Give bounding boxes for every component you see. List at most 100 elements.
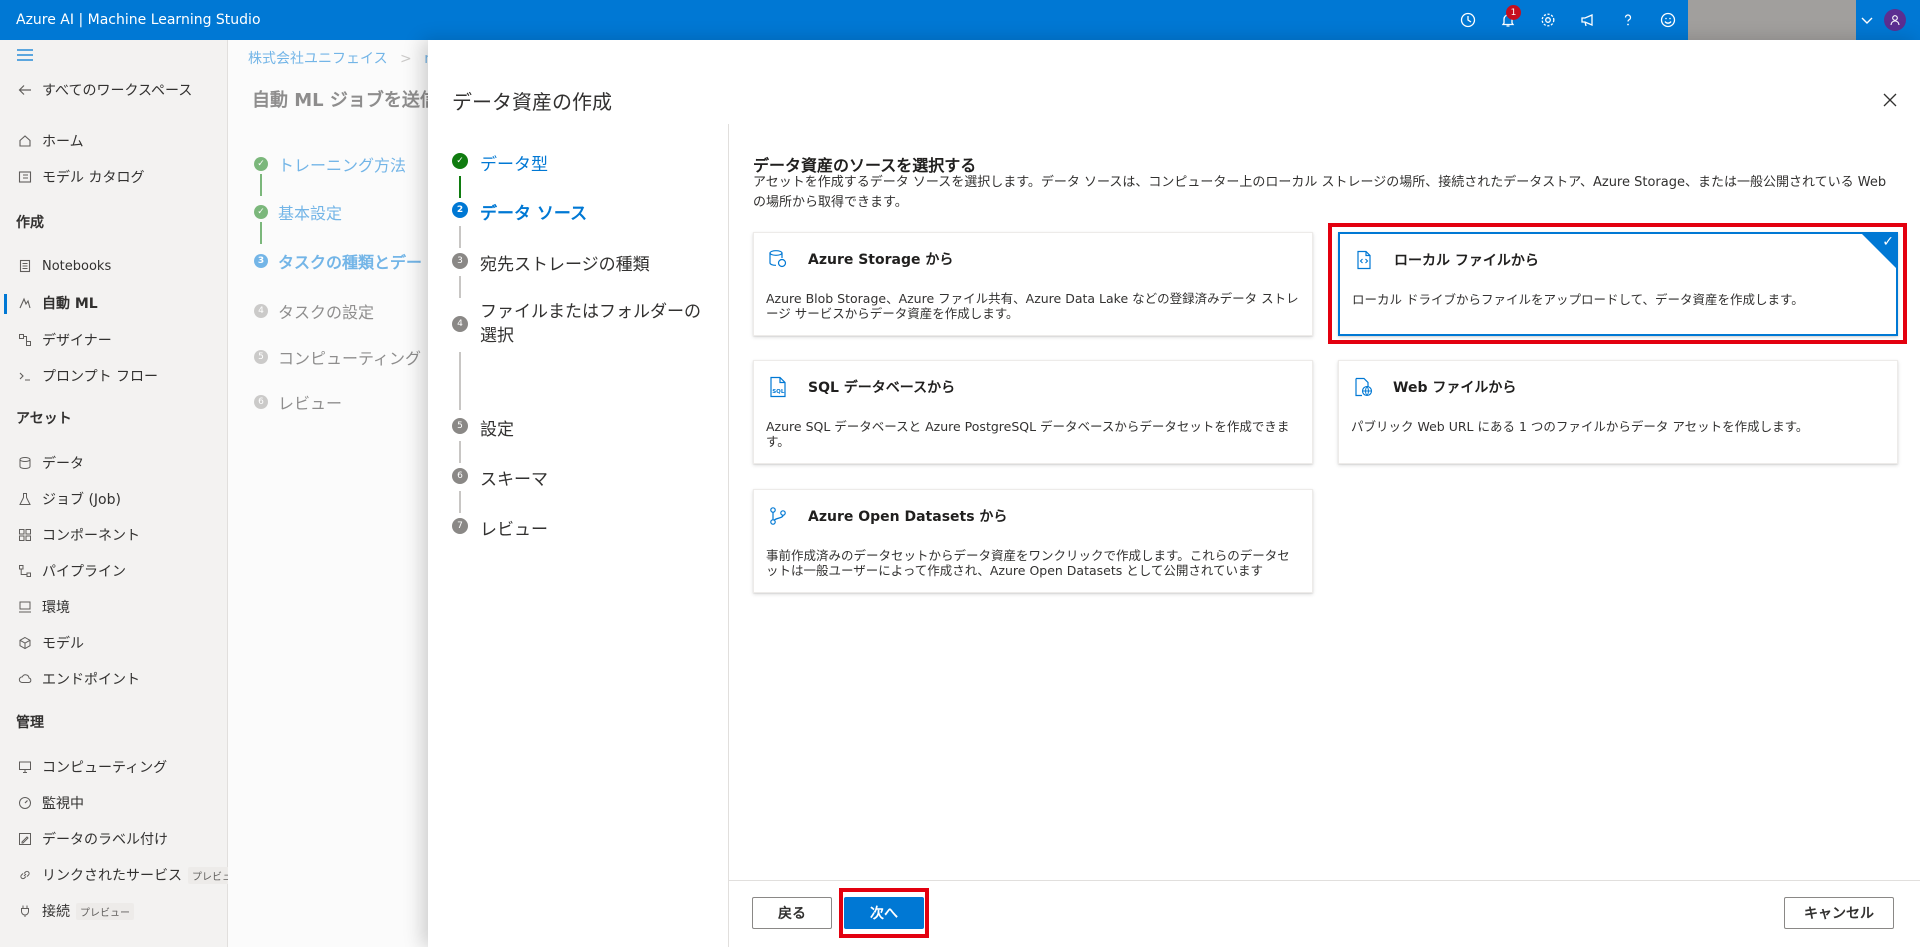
svg-text:SQL: SQL	[772, 389, 785, 395]
nav-item-automl[interactable]: 自動 ML	[16, 293, 98, 313]
card-title: Web ファイルから	[1393, 380, 1517, 396]
panel-divider	[728, 124, 729, 947]
nav-item-pipelines[interactable]: パイプライン	[16, 561, 126, 581]
wizard-step-destination-storage[interactable]: 3 宛先ストレージの種類	[452, 250, 650, 275]
sql-file-icon: SQL	[766, 375, 790, 399]
wizard-step-settings[interactable]: 5 設定	[452, 415, 514, 440]
back-button[interactable]: 戻る	[752, 897, 832, 929]
nav-label: 自動 ML	[42, 296, 98, 312]
nav-item-model-catalog[interactable]: モデル カタログ	[16, 167, 144, 187]
hamburger-menu[interactable]	[16, 48, 34, 62]
data-icon	[16, 454, 34, 472]
card-description: 事前作成済みのデータセットからデータ資産をワンクリックで作成します。これらのデー…	[766, 548, 1290, 578]
nav-item-compute[interactable]: コンピューティング	[16, 757, 167, 777]
pipeline-icon	[16, 562, 34, 580]
source-description: アセットを作成するデータ ソースを選択します。データ ソースは、コンピューター上…	[753, 175, 1887, 210]
nav-item-designer[interactable]: デザイナー	[16, 330, 112, 350]
card-azure-storage[interactable]: Azure Storage から Azure Blob Storage、Azur…	[753, 232, 1313, 336]
step-label: スキーマ	[480, 470, 548, 490]
nav-label: データ	[42, 456, 84, 472]
nav-section-create: 作成	[16, 215, 44, 231]
wizard-step-schema[interactable]: 6 スキーマ	[452, 465, 548, 490]
nav-label: コンピューティング	[42, 760, 168, 776]
nav-item-components[interactable]: コンポーネント	[16, 525, 140, 545]
card-open-datasets[interactable]: Azure Open Datasets から 事前作成済みのデータセットからデー…	[753, 489, 1313, 593]
nav-item-models[interactable]: モデル	[16, 633, 84, 653]
nav-label: モデル	[42, 636, 84, 652]
app-title[interactable]: Azure AI | Machine Learning Studio	[0, 12, 261, 28]
nav-section-assets: アセット	[16, 411, 72, 427]
model-cube-icon	[16, 634, 34, 652]
help-icon[interactable]	[1608, 0, 1648, 40]
wizard-step-review[interactable]: 7 レビュー	[452, 515, 548, 540]
cancel-button[interactable]: キャンセル	[1784, 897, 1894, 929]
wizard-step-file-folder[interactable]: 4 ファイルまたはフォルダーの選択	[452, 300, 714, 348]
nav-label: 監視中	[42, 796, 84, 812]
step-label: 宛先ストレージの種類	[480, 255, 650, 275]
clock-icon[interactable]	[1448, 0, 1488, 40]
nav-item-home[interactable]: ホーム	[16, 131, 84, 151]
hamburger-icon	[17, 49, 33, 61]
close-button[interactable]	[1878, 88, 1902, 112]
nav-label: 環境	[42, 600, 70, 616]
nav-item-data-labeling[interactable]: データのラベル付け	[16, 829, 168, 849]
nav-label: リンクされたサービス	[42, 868, 182, 884]
nav-section-manage: 管理	[16, 715, 44, 731]
nav-label: エンドポイント	[42, 672, 140, 688]
preview-tag: プレビュー	[76, 902, 134, 920]
nav-item-environments[interactable]: 環境	[16, 597, 70, 617]
footer-divider	[728, 880, 1920, 881]
nav-item-data[interactable]: データ	[16, 453, 84, 473]
notification-bell-icon[interactable]: 1	[1488, 0, 1528, 40]
step-label: データ型	[480, 155, 548, 175]
home-icon	[16, 132, 34, 150]
wizard-step-data-type[interactable]: ✓ データ型	[452, 150, 548, 175]
nav-item-linked-services[interactable]: リンクされたサービス プレビュー	[16, 865, 246, 885]
nav-label: ジョブ (Job)	[42, 492, 121, 508]
nav-item-connections[interactable]: 接続 プレビュー	[16, 901, 134, 921]
active-indicator	[4, 294, 7, 314]
nav-item-jobs[interactable]: ジョブ (Job)	[16, 489, 121, 509]
card-web-files[interactable]: Web ファイルから パブリック Web URL にある 1 つのファイルからデ…	[1338, 360, 1898, 464]
catalog-icon	[16, 168, 34, 186]
nav-item-prompt-flow[interactable]: プロンプト フロー	[16, 366, 158, 386]
avatar[interactable]	[1884, 9, 1906, 31]
step-connector	[459, 491, 461, 513]
back-to-workspaces[interactable]: すべてのワークスペース	[16, 80, 192, 100]
step-connector	[459, 441, 461, 463]
nav-label: Notebooks	[42, 258, 112, 274]
card-sql-database[interactable]: SQL SQL データベースから Azure SQL データベースと Azure…	[753, 360, 1313, 464]
step-number: 2	[452, 202, 468, 218]
branch-datasets-icon	[766, 504, 790, 528]
step-number: 4	[452, 316, 468, 332]
feedback-smiley-icon[interactable]	[1648, 0, 1688, 40]
nav-label: ホーム	[42, 134, 84, 150]
card-header: Azure Storage から	[766, 247, 953, 271]
card-title: Azure Open Datasets から	[808, 509, 1008, 525]
automl-icon	[16, 294, 34, 312]
storage-database-icon	[766, 247, 790, 271]
megaphone-icon[interactable]	[1568, 0, 1608, 40]
card-title: SQL データベースから	[808, 380, 956, 396]
gear-icon[interactable]	[1528, 0, 1568, 40]
card-header: Azure Open Datasets から	[766, 504, 1007, 528]
nav-label: プロンプト フロー	[42, 369, 159, 385]
nav-item-notebooks[interactable]: Notebooks	[16, 257, 111, 275]
nav-item-endpoints[interactable]: エンドポイント	[16, 669, 140, 689]
account-name-redacted[interactable]	[1688, 0, 1856, 40]
endpoint-cloud-icon	[16, 670, 34, 688]
nav-label: モデル カタログ	[42, 170, 145, 186]
nav-item-monitoring[interactable]: 監視中	[16, 793, 84, 813]
chevron-down-icon[interactable]	[1856, 0, 1878, 40]
designer-icon	[16, 331, 34, 349]
step-connector	[459, 226, 461, 248]
wizard-step-data-source[interactable]: 2 データ ソース	[452, 199, 587, 224]
gauge-icon	[16, 794, 34, 812]
highlight-box-next	[839, 888, 929, 938]
check-icon: ✓	[452, 153, 468, 169]
top-bar: Azure AI | Machine Learning Studio 1	[0, 0, 1920, 40]
web-file-globe-icon	[1351, 375, 1375, 399]
step-connector	[459, 176, 461, 198]
step-connector	[459, 276, 461, 298]
step-number: 6	[452, 468, 468, 484]
